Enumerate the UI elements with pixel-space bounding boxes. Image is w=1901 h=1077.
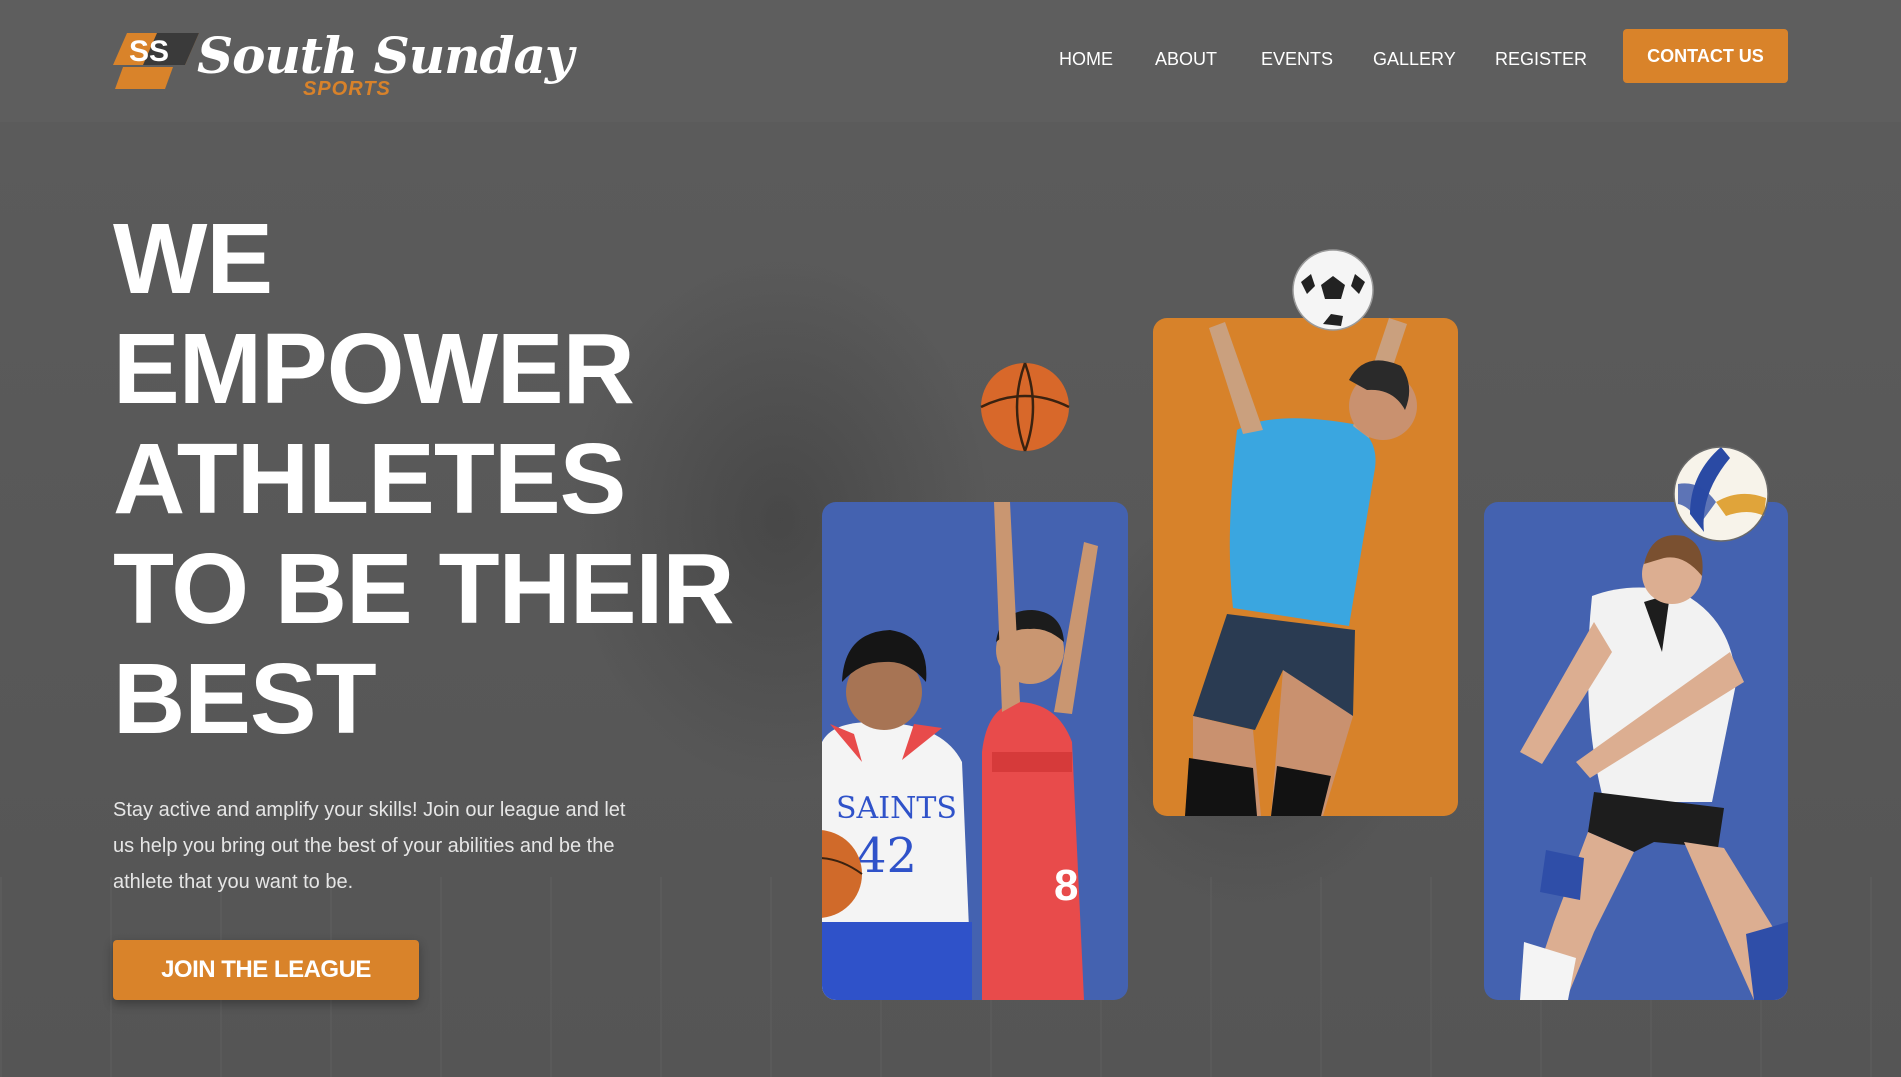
volleyball-icon <box>1673 446 1769 542</box>
svg-text:42: 42 <box>856 828 917 884</box>
logo-mark-icon: SS <box>113 33 199 89</box>
site-header: SS South Sunday SPORTS HOME ABOUT EVENTS… <box>0 0 1901 122</box>
headline-line: EMPOWER <box>113 313 635 425</box>
headline-line: ATHLETES <box>113 423 626 535</box>
svg-text:SS: SS <box>129 35 169 68</box>
nav-events[interactable]: EVENTS <box>1261 49 1333 70</box>
basketball-icon <box>980 362 1070 452</box>
join-league-button[interactable]: JOIN THE LEAGUE <box>113 940 419 1000</box>
soccer-player-illustration <box>1185 318 1417 816</box>
svg-text:8: 8 <box>1054 861 1078 910</box>
brand-tagline: SPORTS <box>303 78 391 100</box>
contact-us-button[interactable]: CONTACT US <box>1623 29 1788 83</box>
headline-line: TO BE THEIR <box>113 533 735 645</box>
soccer-ball-icon <box>1292 249 1374 331</box>
brand-logo[interactable]: SS South Sunday SPORTS <box>113 26 574 100</box>
basketball-card: 8 SAINTS 42 <box>822 502 1128 1000</box>
nav-home[interactable]: HOME <box>1059 49 1113 70</box>
nav-about[interactable]: ABOUT <box>1155 49 1217 70</box>
basketball-players-illustration: 8 SAINTS 42 <box>822 502 1098 1000</box>
soccer-card <box>1153 318 1458 816</box>
brand-name: South Sunday <box>197 26 574 85</box>
hero-subtext: Stay active and amplify your skills! Joi… <box>113 799 626 893</box>
nav-register[interactable]: REGISTER <box>1495 49 1587 70</box>
headline-line: WE <box>113 203 273 315</box>
volleyball-player-illustration <box>1520 535 1788 1000</box>
svg-text:SAINTS: SAINTS <box>836 791 957 826</box>
nav-gallery[interactable]: GALLERY <box>1373 49 1456 70</box>
headline-line: BEST <box>113 643 377 755</box>
volleyball-card <box>1484 502 1788 1000</box>
hero-headline: WE EMPOWER ATHLETES TO BE THEIR BEST <box>113 204 833 754</box>
